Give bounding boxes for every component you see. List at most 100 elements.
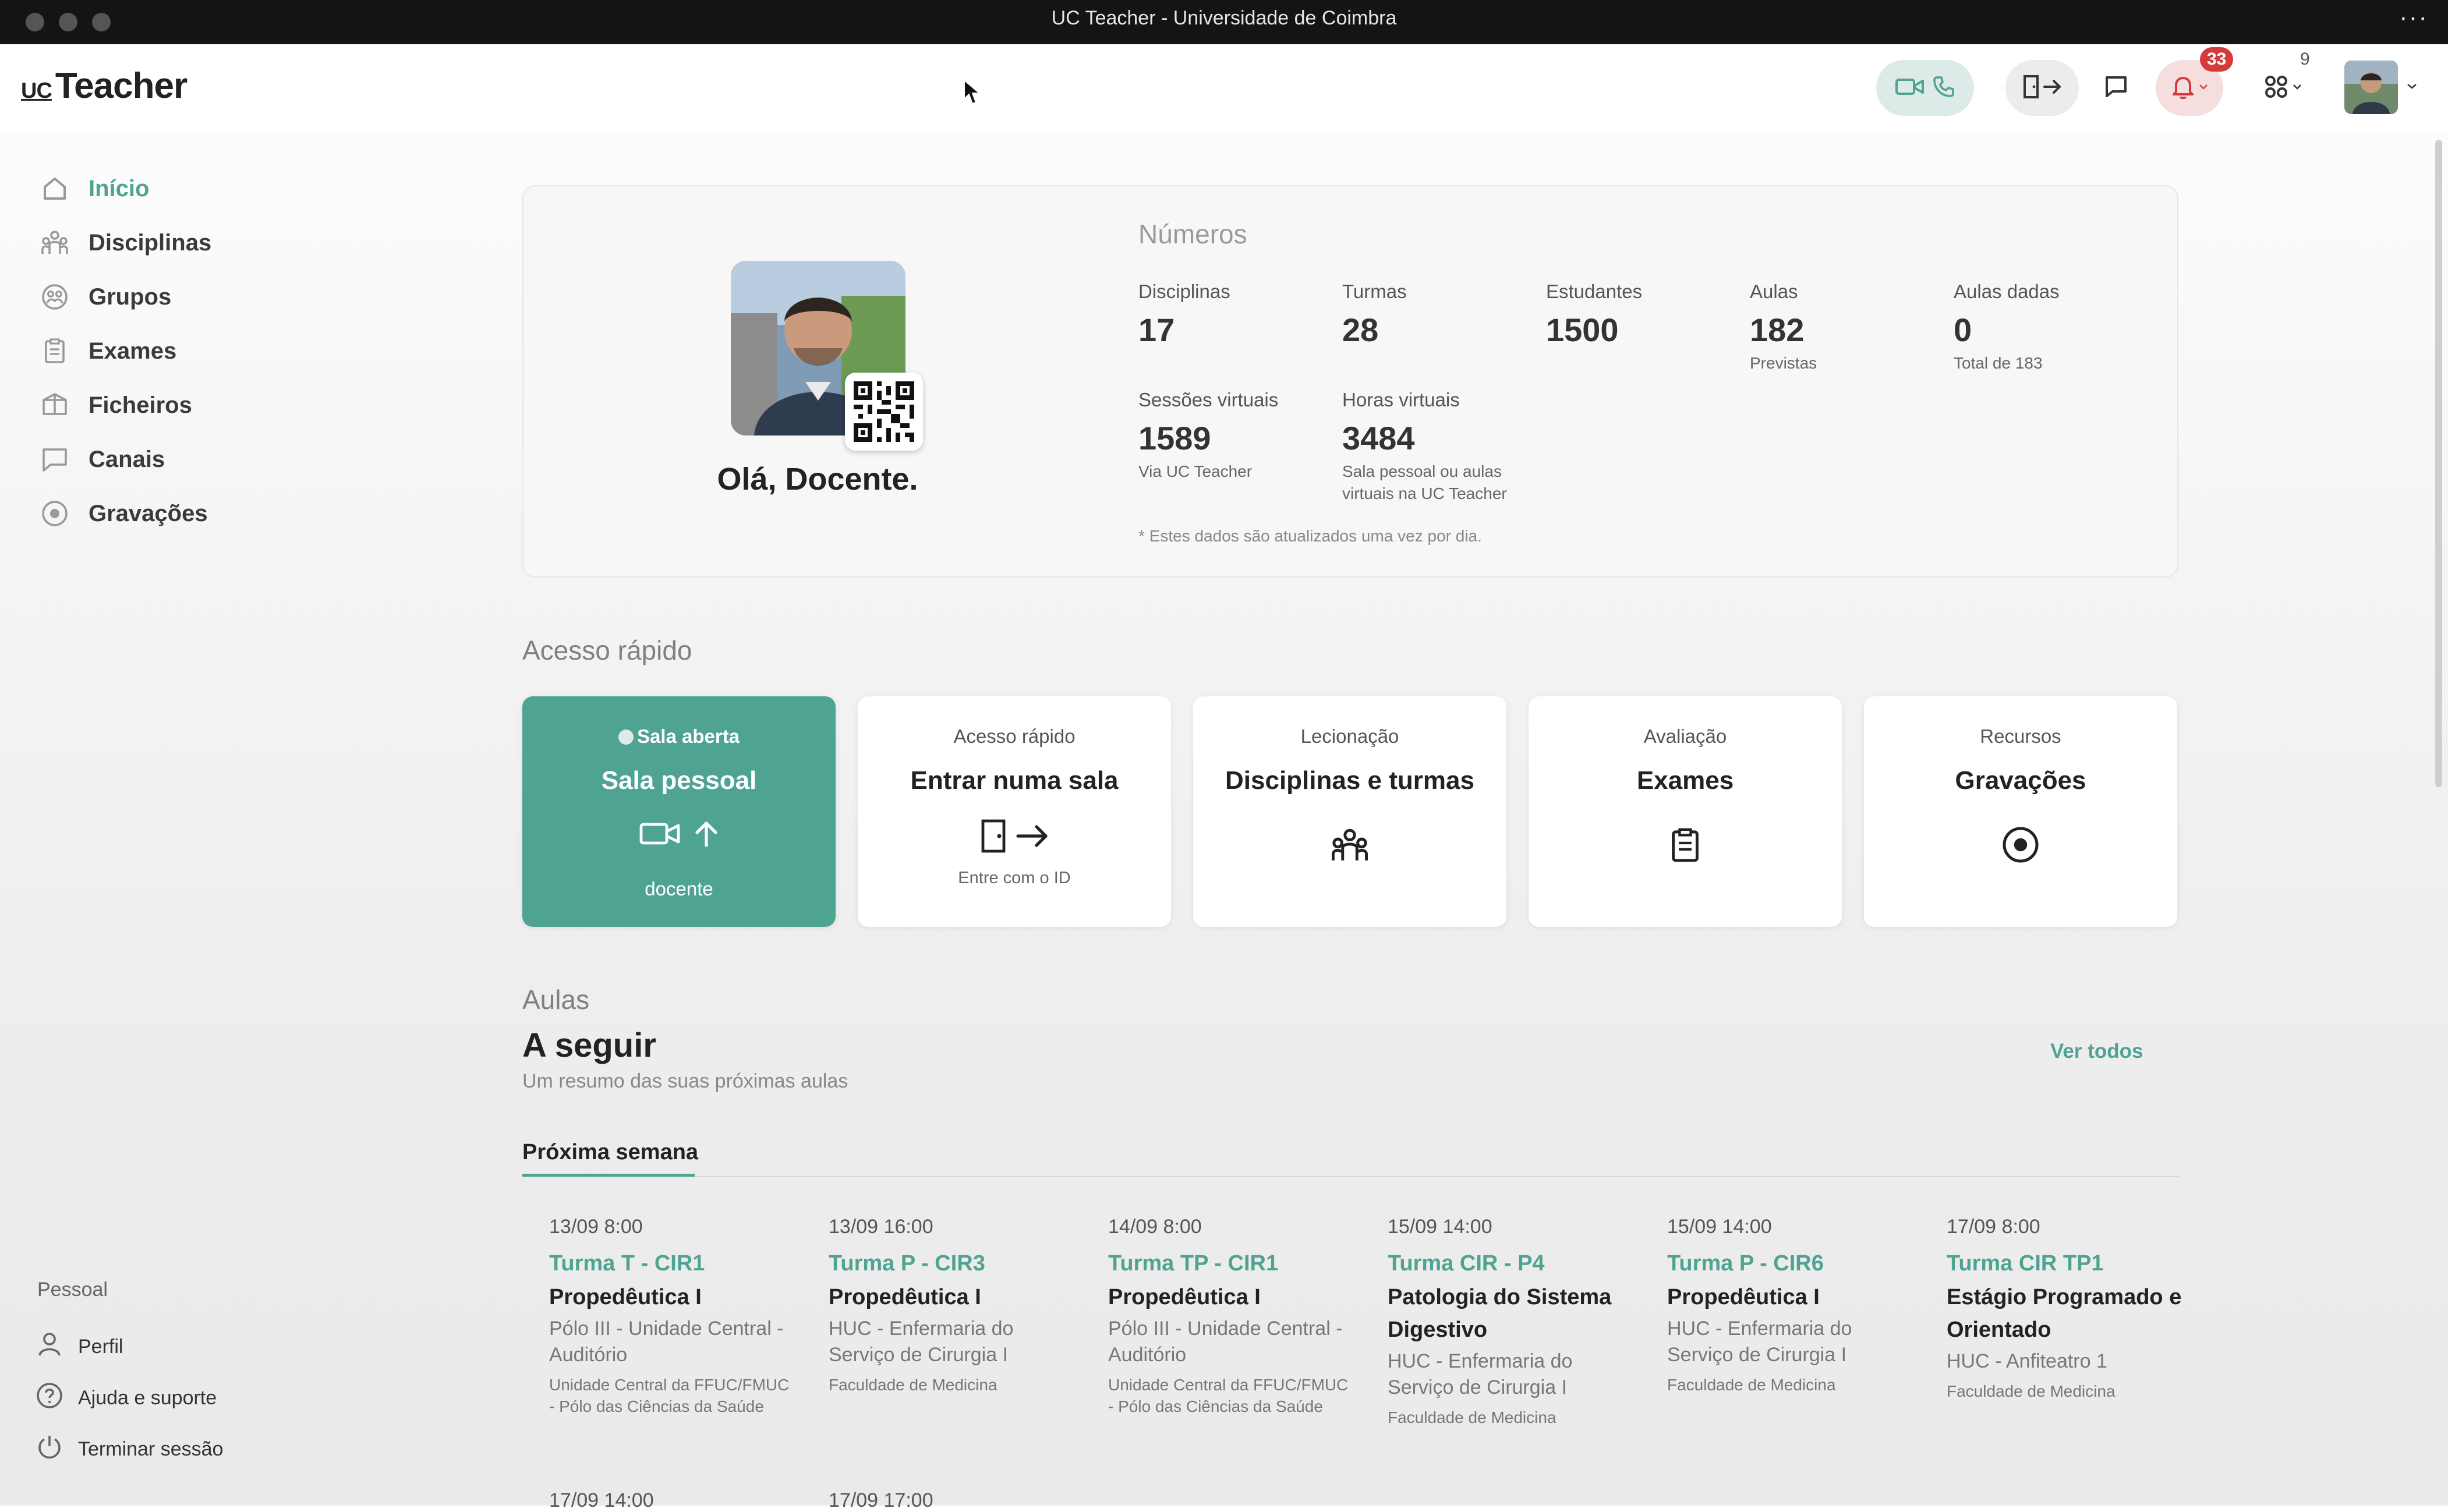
apps-button[interactable]: 9 bbox=[2251, 49, 2315, 116]
call-button[interactable] bbox=[1876, 60, 1974, 116]
mouse-cursor-icon bbox=[963, 79, 981, 109]
lesson-item[interactable]: 15/09 14:00 Turma CIR - P4 Patologia do … bbox=[1388, 1216, 1632, 1428]
sidebar-item-label: Canais bbox=[89, 446, 165, 472]
lesson-item[interactable]: 13/09 16:00 Turma P - CIR3 Propedêutica … bbox=[829, 1216, 1073, 1396]
quick-card-entrar-sala[interactable]: Acesso rápido Entrar numa sala Entre com… bbox=[858, 696, 1171, 927]
lesson-faculty: Unidade Central da FFUC/FMUC - Pólo das … bbox=[549, 1376, 790, 1415]
lesson-time: 17/09 14:00 bbox=[549, 1489, 654, 1511]
sidebar-item-gravacoes[interactable]: Gravações bbox=[38, 497, 208, 530]
notifications-button[interactable]: 33 bbox=[2156, 47, 2234, 116]
chevron-down-icon bbox=[2198, 83, 2209, 93]
stat-sub-line: virtuais na UC Teacher bbox=[1342, 484, 1507, 502]
tab-divider bbox=[522, 1176, 2180, 1177]
stat-sub-line: Sala pessoal ou aulas bbox=[1342, 462, 1502, 480]
stat-value: 3484 bbox=[1342, 420, 1415, 456]
sidebar-item-inicio[interactable]: Início bbox=[38, 172, 149, 205]
user-menu[interactable] bbox=[2344, 61, 2418, 114]
sidebar-item-terminar-sessao[interactable]: Terminar sessão bbox=[35, 1432, 223, 1467]
stat-value: 1589 bbox=[1138, 420, 1211, 456]
stat-label: Aulas bbox=[1750, 281, 1798, 302]
quick-card-disciplinas[interactable]: Lecionação Disciplinas e turmas bbox=[1193, 696, 1506, 927]
lesson-item[interactable]: 17/09 8:00 Turma CIR TP1 Estágio Program… bbox=[1947, 1216, 2191, 1402]
quick-card-footer: Entre com o ID bbox=[958, 869, 1071, 887]
qr-code-icon[interactable] bbox=[845, 373, 923, 451]
lesson-time: 14/09 8:00 bbox=[1108, 1216, 1202, 1238]
sidebar-item-label: Terminar sessão bbox=[78, 1438, 224, 1460]
apps-count: 9 bbox=[2300, 49, 2310, 69]
stats-heading: Números bbox=[1138, 219, 1247, 249]
people-icon bbox=[38, 226, 71, 259]
stat-estudantes: Estudantes 1500 bbox=[1546, 281, 1642, 349]
lesson-time: 15/09 14:00 bbox=[1388, 1216, 1492, 1238]
sidebar-item-perfil[interactable]: Perfil bbox=[35, 1330, 123, 1364]
lesson-subject: Propedêutica I bbox=[1108, 1285, 1261, 1309]
quick-card-small-label: Avaliação bbox=[1643, 725, 1727, 747]
app-header: UC Teacher 33 9 bbox=[0, 44, 2448, 132]
chat-button[interactable] bbox=[2088, 60, 2144, 116]
quick-card-sala-pessoal[interactable]: Sala aberta Sala pessoal docente bbox=[522, 696, 836, 927]
stat-sub: Via UC Teacher bbox=[1138, 462, 1253, 480]
stat-turmas: Turmas 28 bbox=[1342, 281, 1407, 349]
lesson-time: 17/09 17:00 bbox=[829, 1489, 933, 1511]
lesson-room: Pólo III - Unidade Central - Auditório bbox=[549, 1318, 784, 1366]
lesson-item[interactable]: 14/09 8:00 Turma TP - CIR1 Propedêutica … bbox=[1108, 1216, 1353, 1417]
stat-label: Horas virtuais bbox=[1342, 389, 1460, 410]
lesson-turma[interactable]: Turma CIR - P4 bbox=[1388, 1251, 1632, 1276]
lesson-time: 15/09 14:00 bbox=[1667, 1216, 1772, 1238]
quick-card-exames[interactable]: Avaliação Exames bbox=[1529, 696, 1842, 927]
stats-note: * Estes dados são atualizados uma vez po… bbox=[1138, 527, 1482, 545]
lesson-turma[interactable]: Turma TP - CIR1 bbox=[1108, 1251, 1353, 1276]
lesson-turma[interactable]: Turma T - CIR1 bbox=[549, 1251, 794, 1276]
sidebar-item-exames[interactable]: Exames bbox=[38, 335, 176, 367]
video-icon bbox=[1895, 75, 1925, 101]
quick-card-status: Sala aberta bbox=[522, 725, 836, 748]
record-icon bbox=[38, 497, 71, 530]
aulas-title: A seguir bbox=[522, 1026, 656, 1064]
sidebar-item-grupos[interactable]: Grupos bbox=[38, 281, 171, 313]
personal-section-label: Pessoal bbox=[37, 1279, 108, 1301]
ver-todos-link[interactable]: Ver todos bbox=[2050, 1040, 2143, 1063]
lesson-subject: Propedêutica I bbox=[829, 1285, 981, 1309]
notifications-badge: 33 bbox=[2200, 47, 2234, 72]
tab-proxima-semana[interactable]: Próxima semana bbox=[522, 1140, 698, 1165]
lesson-turma[interactable]: Turma P - CIR3 bbox=[829, 1251, 1073, 1276]
app-logo[interactable]: UC Teacher bbox=[21, 65, 188, 107]
sidebar-item-ficheiros[interactable]: Ficheiros bbox=[38, 389, 192, 422]
window-title: UC Teacher - Universidade de Coimbra bbox=[1051, 7, 1397, 29]
home-icon bbox=[38, 172, 71, 205]
chat-icon bbox=[2103, 74, 2129, 102]
help-icon bbox=[35, 1381, 64, 1415]
sidebar-item-label: Exames bbox=[89, 338, 177, 364]
chevron-down-icon bbox=[2292, 83, 2302, 93]
stat-value: 17 bbox=[1138, 311, 1175, 348]
stat-sub: Total de 183 bbox=[1954, 354, 2043, 372]
stat-label: Turmas bbox=[1342, 281, 1407, 302]
lesson-item[interactable]: 13/09 8:00 Turma T - CIR1 Propedêutica I… bbox=[549, 1216, 794, 1417]
scrollbar-thumb[interactable] bbox=[2435, 140, 2442, 787]
status-dot-icon bbox=[618, 730, 634, 745]
lesson-subject: Estágio Programado e Orientado bbox=[1947, 1285, 2182, 1342]
quick-card-title: Sala pessoal bbox=[601, 766, 757, 795]
lesson-subject: Patologia do Sistema Digestivo bbox=[1388, 1285, 1612, 1342]
lesson-turma[interactable]: Turma P - CIR6 bbox=[1667, 1251, 1912, 1276]
sidebar-item-canais[interactable]: Canais bbox=[38, 443, 165, 476]
lesson-subject: Propedêutica I bbox=[549, 1285, 702, 1309]
sidebar-item-ajuda[interactable]: Ajuda e suporte bbox=[35, 1381, 217, 1415]
stat-value: 182 bbox=[1750, 311, 1805, 348]
sidebar-item-disciplinas[interactable]: Disciplinas bbox=[38, 226, 211, 259]
lesson-turma[interactable]: Turma CIR TP1 bbox=[1947, 1251, 2191, 1276]
quick-card-title: Exames bbox=[1636, 766, 1734, 795]
quick-card-title: Gravações bbox=[1955, 766, 2086, 795]
sidebar-item-label: Ajuda e suporte bbox=[78, 1387, 217, 1409]
quick-card-gravacoes[interactable]: Recursos Gravações bbox=[1864, 696, 2177, 927]
sidebar-item-label: Grupos bbox=[89, 284, 172, 310]
join-room-button[interactable] bbox=[2005, 60, 2079, 116]
lesson-item[interactable]: 15/09 14:00 Turma P - CIR6 Propedêutica … bbox=[1667, 1216, 1912, 1396]
sidebar-item-label: Disciplinas bbox=[89, 229, 212, 256]
window-more-icon[interactable]: ··· bbox=[2399, 0, 2428, 35]
record-icon bbox=[1864, 824, 2177, 865]
door-enter-icon bbox=[2021, 74, 2063, 102]
stats-card: Olá, Docente. Números Disciplinas 17 Tur… bbox=[522, 185, 2178, 578]
stat-label: Aulas dadas bbox=[1954, 281, 2060, 302]
quick-card-small-label: Recursos bbox=[1980, 725, 2061, 747]
